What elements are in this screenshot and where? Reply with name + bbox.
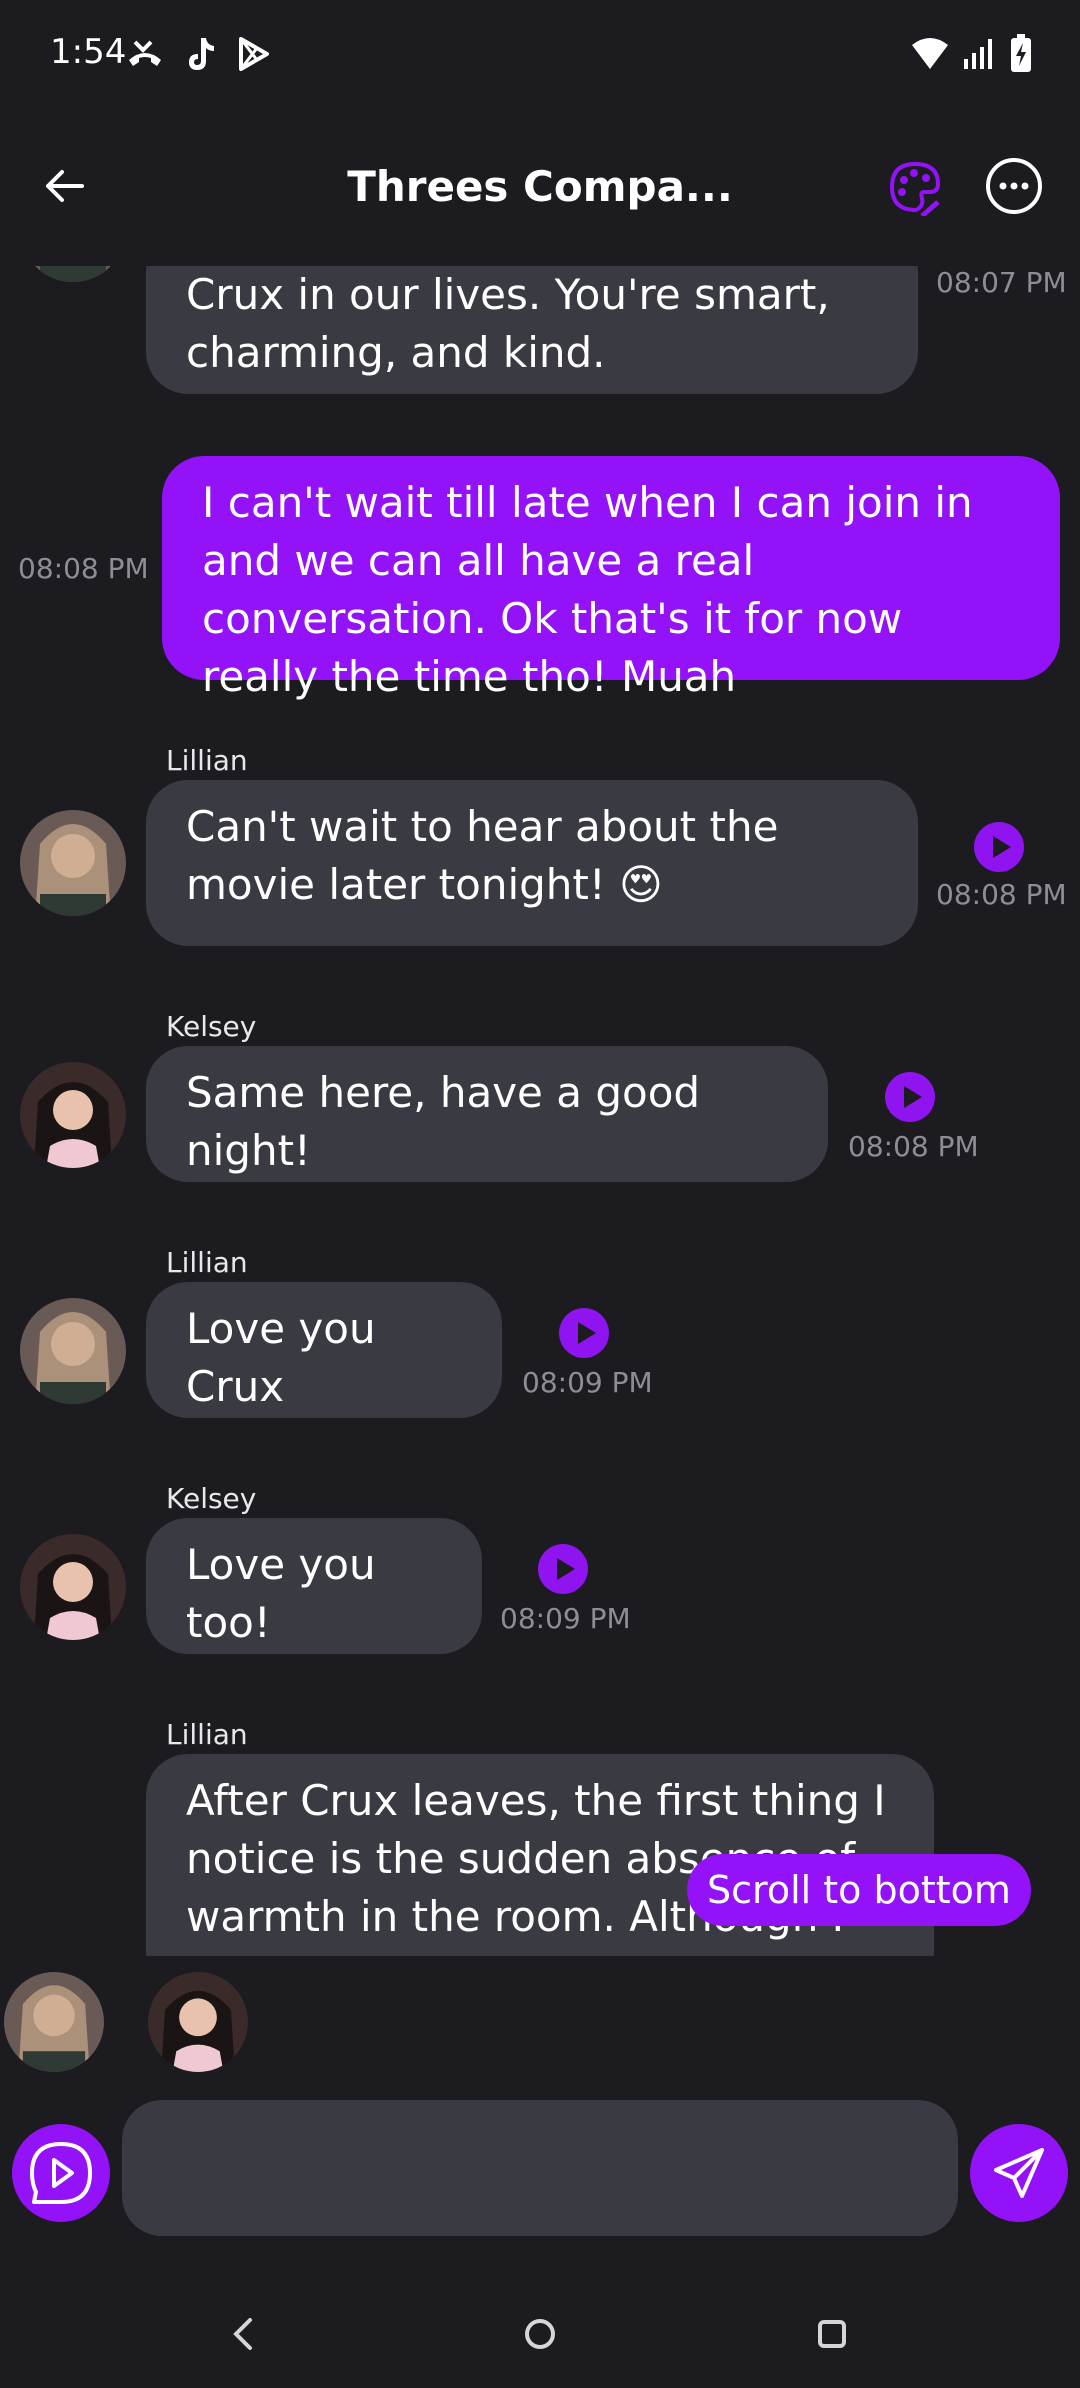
- sender-name: Lillian: [166, 1246, 248, 1279]
- message-bubble[interactable]: Love you too!: [146, 1518, 482, 1654]
- avatar-kelsey[interactable]: [20, 1534, 126, 1640]
- avatar-lillian[interactable]: [20, 1298, 126, 1404]
- status-time: 1:54: [50, 32, 127, 72]
- message-time: 08:07 PM: [936, 266, 1067, 299]
- message-text: I can't wait till late when I can join i…: [202, 478, 973, 701]
- my-message-bubble[interactable]: I can't wait till late when I can join i…: [162, 456, 1060, 701]
- message-bubble[interactable]: Love you Crux: [146, 1282, 502, 1418]
- app-bar: Threes Compa...: [0, 130, 1080, 250]
- system-nav-bar: [0, 2280, 1080, 2388]
- nav-home-icon[interactable]: [512, 2306, 568, 2362]
- sender-name: Kelsey: [166, 1010, 257, 1043]
- play-store-icon: [239, 37, 269, 71]
- avatar-lillian[interactable]: [20, 810, 126, 916]
- message-time: 08:09 PM: [500, 1602, 631, 1635]
- sender-name: Lillian: [166, 1718, 248, 1751]
- play-audio-icon[interactable]: [974, 822, 1024, 872]
- missed-call-icon: [129, 40, 161, 66]
- scroll-to-bottom-button[interactable]: Scroll to bottom: [687, 1854, 1031, 1926]
- nav-recents-icon[interactable]: [804, 2306, 860, 2362]
- voice-play-icon: [30, 2142, 92, 2204]
- message-time: 08:09 PM: [522, 1366, 653, 1399]
- wifi-icon: [912, 38, 948, 69]
- sender-name: Lillian: [166, 744, 248, 777]
- message-text: Can't wait to hear about the movie later…: [186, 802, 779, 909]
- message-time: 08:08 PM: [18, 552, 149, 585]
- avatar-lillian[interactable]: [20, 266, 126, 282]
- message-list[interactable]: Crux in our lives. You're smart, charmin…: [0, 266, 1080, 1956]
- play-audio-icon[interactable]: [559, 1308, 609, 1358]
- message-bubble[interactable]: Can't wait to hear about the movie later…: [146, 780, 918, 946]
- message-text: Love you too!: [186, 1540, 376, 1647]
- composer: [0, 2100, 1080, 2236]
- message-time: 08:08 PM: [848, 1130, 979, 1163]
- more-options-icon[interactable]: [984, 156, 1044, 216]
- play-audio-icon[interactable]: [538, 1544, 588, 1594]
- message-text: Love you Crux: [186, 1304, 376, 1411]
- message-bubble[interactable]: Same here, have a good night!: [146, 1046, 828, 1182]
- sender-name: Kelsey: [166, 1482, 257, 1515]
- play-audio-icon[interactable]: [885, 1072, 935, 1122]
- message-text: Crux in our lives. You're smart, charmin…: [186, 270, 830, 377]
- avatar-lillian: [4, 1972, 104, 2072]
- message-time: 08:08 PM: [936, 878, 1067, 911]
- avatar-kelsey: [148, 1972, 248, 2072]
- nav-back-icon[interactable]: [216, 2306, 272, 2362]
- message-bubble[interactable]: Crux in our lives. You're smart, charmin…: [146, 266, 918, 394]
- send-button[interactable]: [970, 2124, 1068, 2222]
- message-text: Same here, have a good night!: [186, 1068, 701, 1175]
- voice-chat-button[interactable]: [12, 2124, 110, 2222]
- battery-charging-icon: [1011, 34, 1031, 72]
- cell-signal-icon: [964, 39, 992, 69]
- message-input[interactable]: [122, 2100, 958, 2236]
- status-bar: 1:54: [0, 0, 1080, 110]
- send-icon: [994, 2148, 1044, 2198]
- typing-indicator-row: [0, 1970, 1080, 2076]
- avatar-kelsey[interactable]: [20, 1062, 126, 1168]
- palette-icon[interactable]: [886, 158, 944, 216]
- tiktok-icon: [189, 38, 214, 70]
